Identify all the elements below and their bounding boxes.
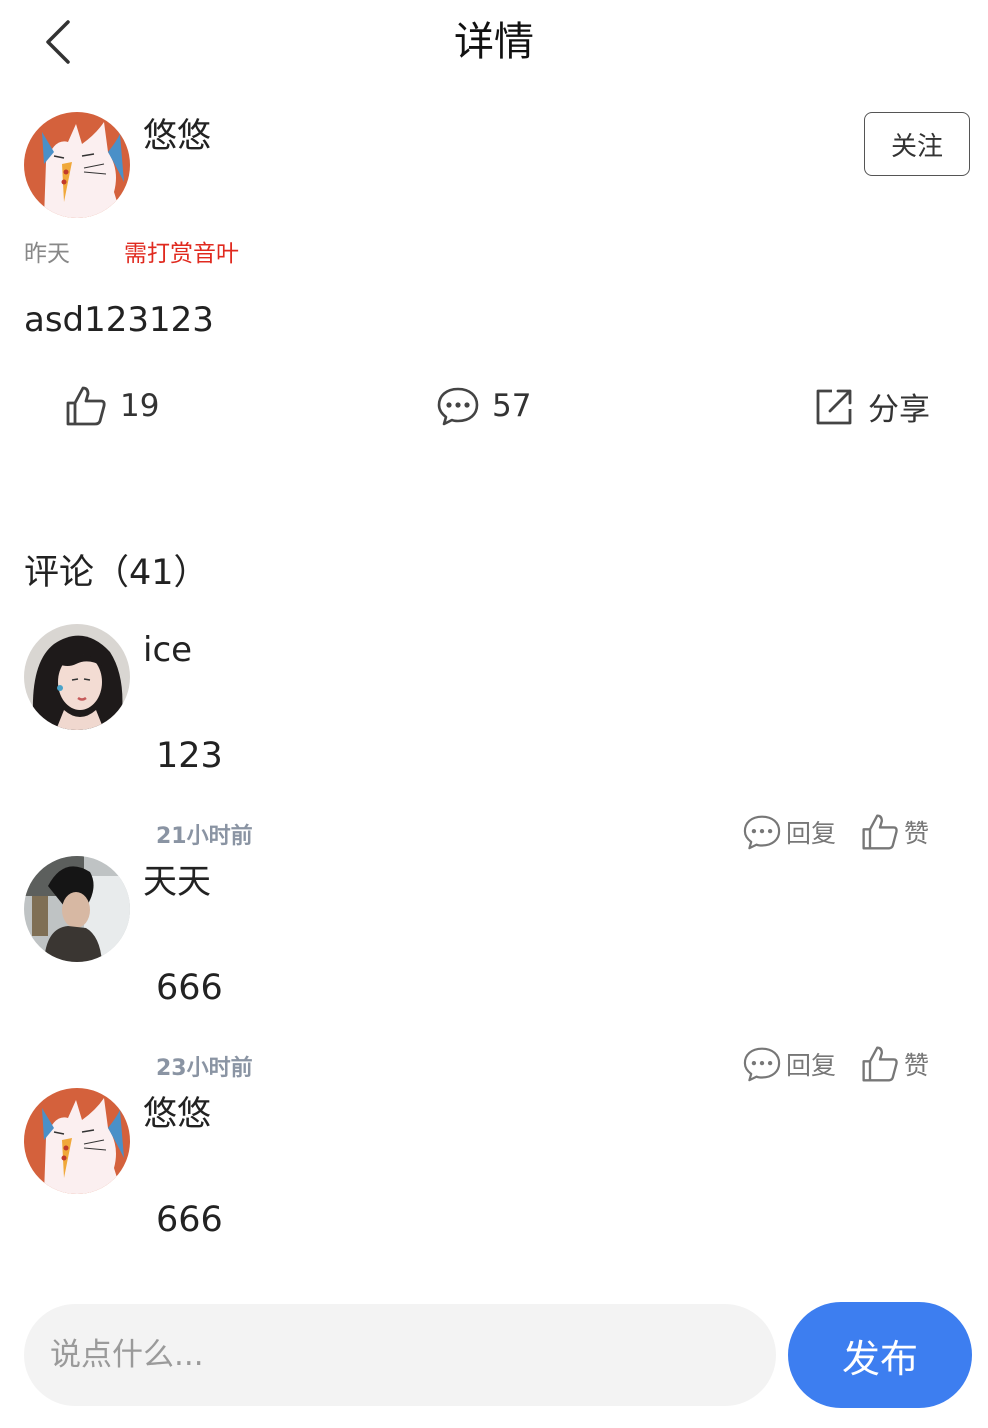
commenter-name[interactable]: ice xyxy=(143,628,192,672)
share-button[interactable]: 分享 xyxy=(812,384,930,429)
comment-bubble-icon xyxy=(743,815,781,850)
comment-time: 21小时前 xyxy=(156,824,253,849)
comment-text: 123 xyxy=(156,736,223,776)
thumbs-up-icon xyxy=(862,1046,898,1082)
comment-bubble-icon xyxy=(743,1047,781,1082)
comment-button[interactable]: 57 xyxy=(436,384,531,428)
post-content: asd123123 xyxy=(24,300,214,340)
comment-item: 悠悠 666 xyxy=(0,1084,988,1254)
reply-label: 回复 xyxy=(786,819,837,848)
author-name[interactable]: 悠悠 xyxy=(143,114,211,158)
publish-button[interactable]: 发布 xyxy=(788,1302,972,1408)
commenter-avatar[interactable] xyxy=(24,1088,130,1194)
reward-tag[interactable]: 需打赏音叶 xyxy=(124,234,239,268)
comment-like-button[interactable]: 赞 xyxy=(860,812,929,852)
author-avatar[interactable] xyxy=(24,112,130,218)
comment-text: 666 xyxy=(156,968,223,1008)
comment-bubble-icon xyxy=(437,387,479,426)
commenter-avatar[interactable] xyxy=(24,624,130,730)
reply-label: 回复 xyxy=(786,1051,837,1080)
like-count: 19 xyxy=(120,388,160,424)
like-button[interactable]: 19 xyxy=(64,384,159,428)
reply-button[interactable]: 回复 xyxy=(742,1046,836,1082)
comment-count: 57 xyxy=(492,388,532,424)
page-title: 详情 xyxy=(454,19,534,65)
like-label: 赞 xyxy=(904,1051,930,1080)
comment-item: 天天 666 23小时前 回复 赞 xyxy=(0,852,988,1092)
reply-button[interactable]: 回复 xyxy=(742,814,836,850)
comment-item: ice 123 21小时前 回复 赞 xyxy=(0,620,988,860)
comment-like-button[interactable]: 赞 xyxy=(860,1044,929,1084)
comment-input[interactable] xyxy=(24,1304,776,1406)
comment-time: 23小时前 xyxy=(156,1056,253,1081)
comment-text: 666 xyxy=(156,1200,223,1240)
share-external-icon xyxy=(816,389,852,424)
follow-button[interactable]: 关注 xyxy=(864,112,970,176)
commenter-avatar[interactable] xyxy=(24,856,130,962)
share-label: 分享 xyxy=(868,392,930,428)
post-time: 昨天 xyxy=(24,241,70,267)
commenter-name[interactable]: 悠悠 xyxy=(143,1092,211,1136)
comments-title: 评论（41） xyxy=(24,553,209,593)
thumbs-up-icon xyxy=(862,814,898,850)
like-label: 赞 xyxy=(904,819,930,848)
commenter-name[interactable]: 天天 xyxy=(143,860,211,904)
thumbs-up-icon xyxy=(66,386,106,426)
